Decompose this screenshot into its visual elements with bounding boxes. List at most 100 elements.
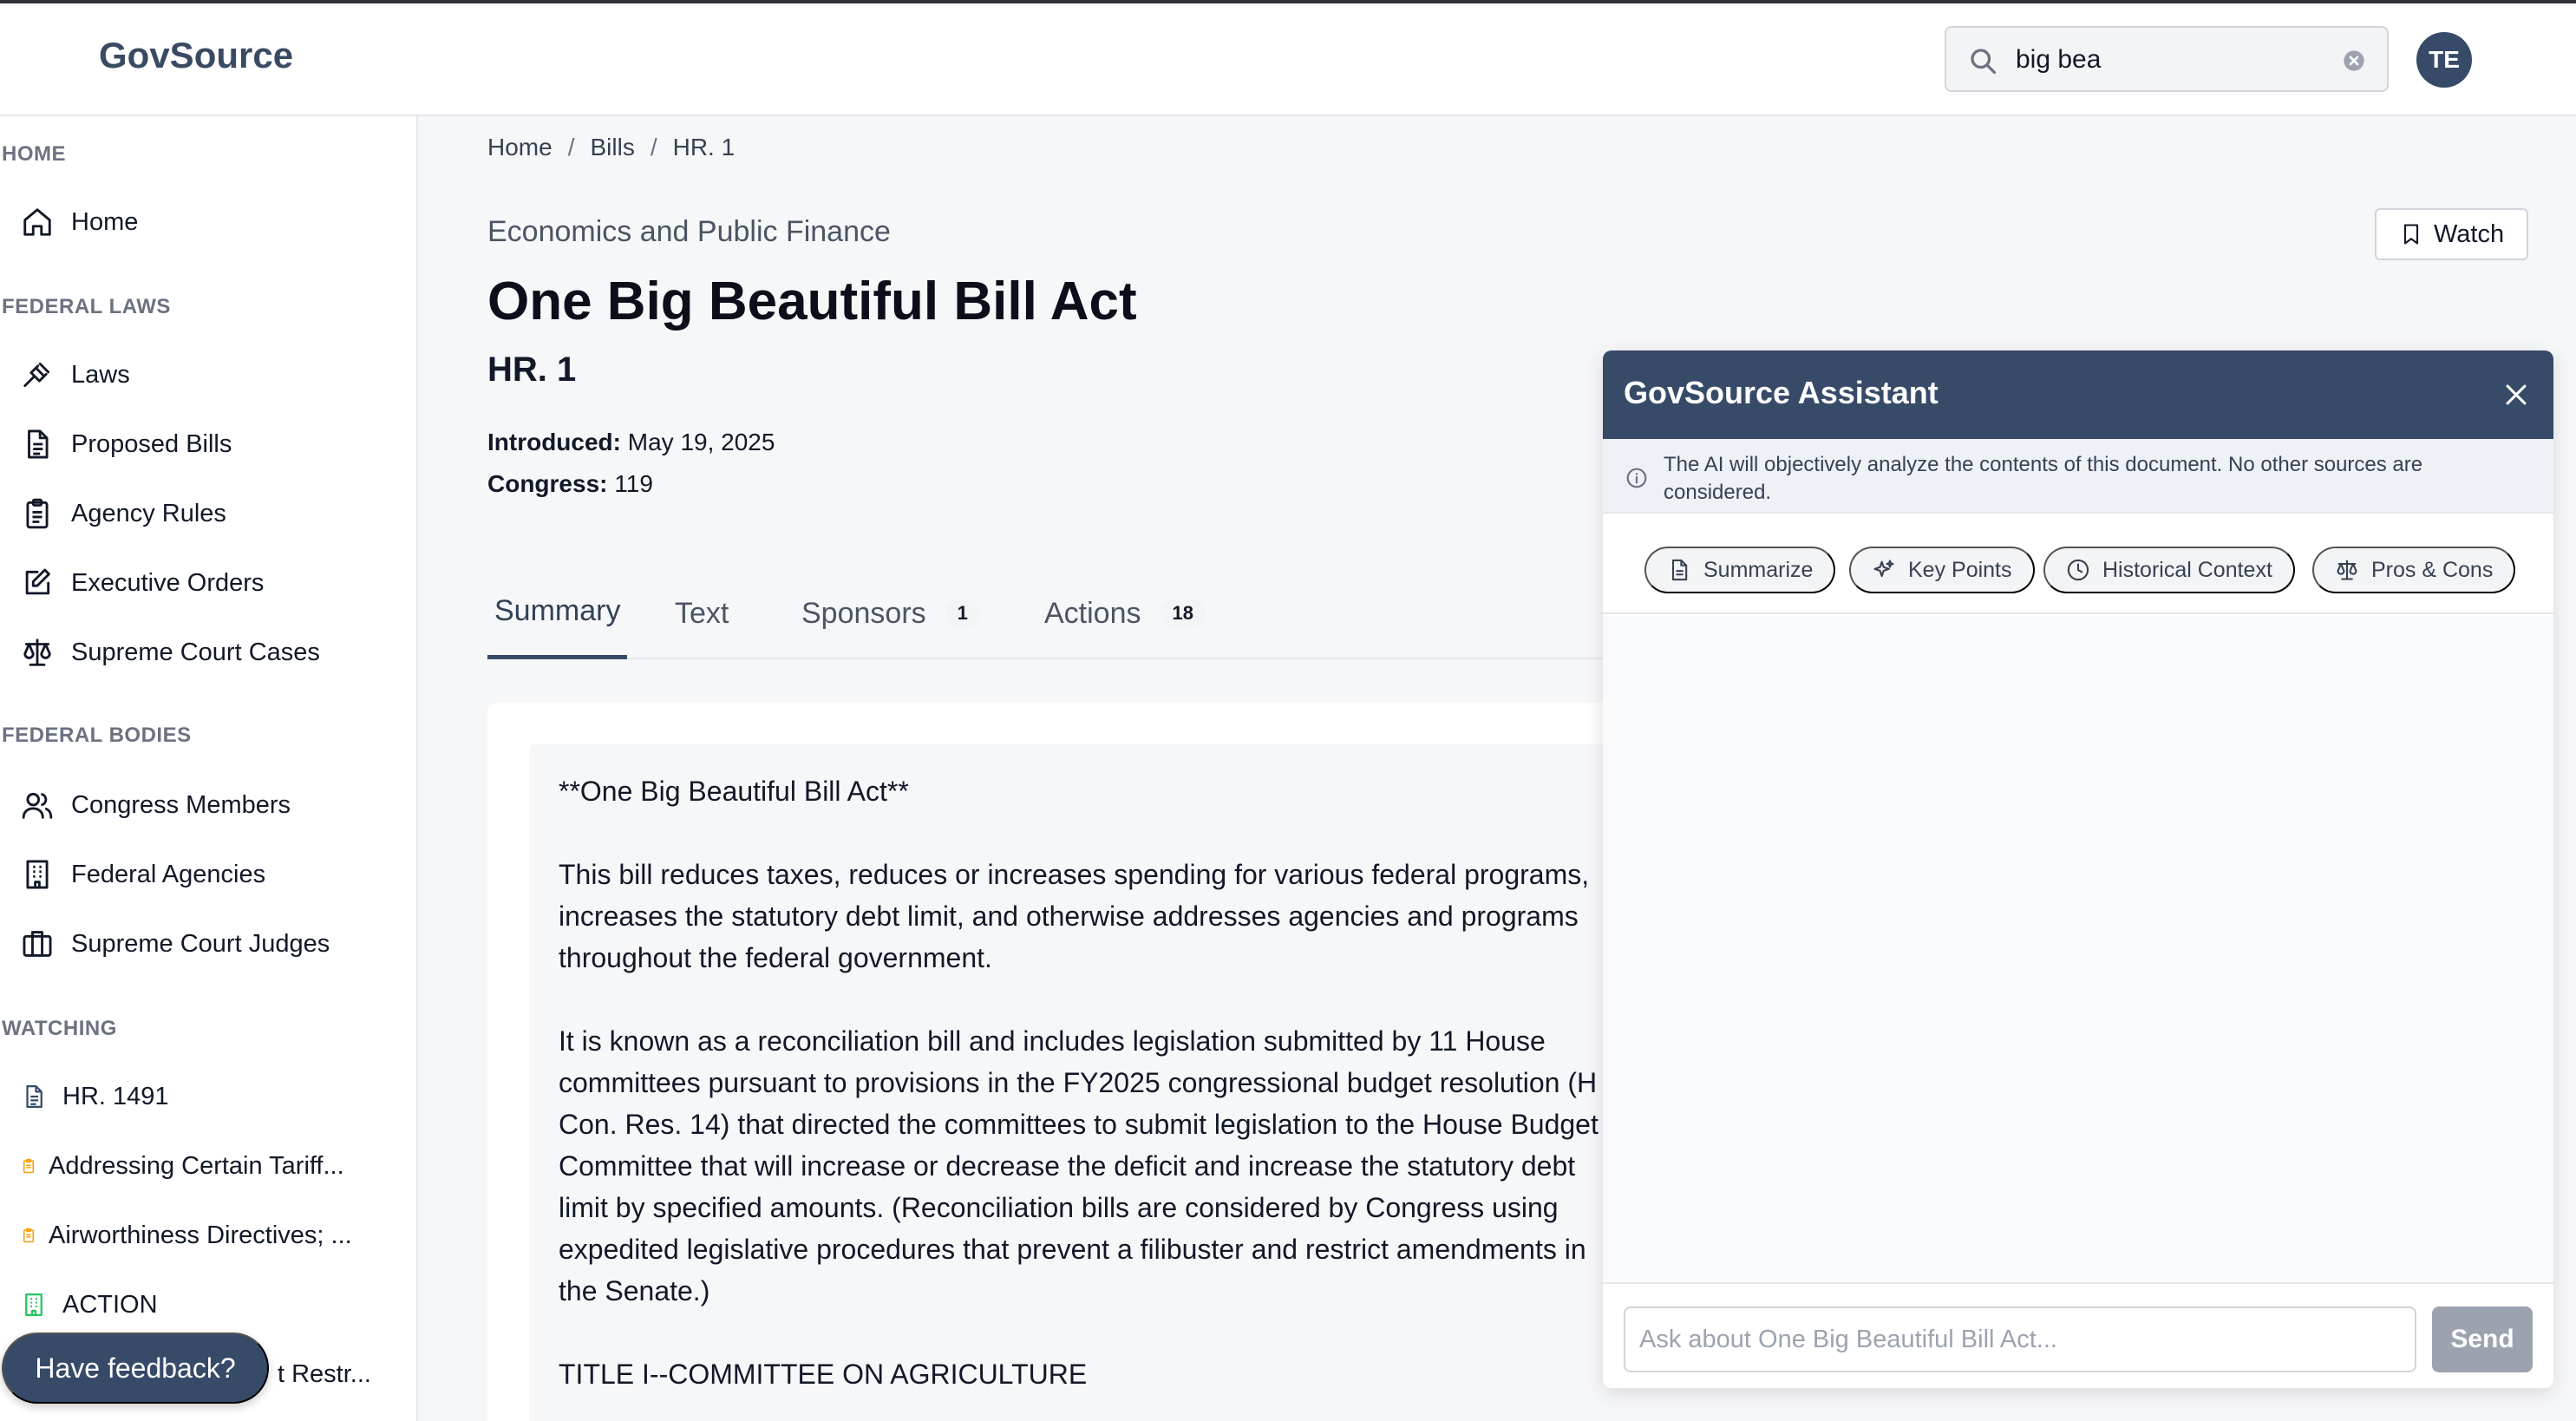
summary-paragraph: It is known as a reconciliation bill and… — [559, 1025, 1599, 1306]
assistant-notice: The AI will objectively analyze the cont… — [1603, 439, 2553, 514]
bookmark-icon — [2403, 224, 2419, 245]
search-input[interactable] — [2016, 38, 2311, 82]
send-button[interactable]: Send — [2432, 1306, 2533, 1372]
pros-cons-button[interactable]: Pros & Cons — [2312, 547, 2516, 593]
watching-item-label: t Restr... — [278, 1359, 371, 1388]
sidebar-item-label: Congress Members — [71, 790, 291, 819]
assistant-conversation — [1603, 616, 2553, 1282]
search-box[interactable] — [1945, 26, 2389, 92]
building-icon — [26, 860, 49, 889]
watching-item[interactable]: ACTION — [21, 1280, 158, 1329]
watching-item[interactable]: Addressing Certain Tariff... — [21, 1142, 344, 1190]
congress-value: 119 — [614, 470, 653, 497]
sidebar-section-watching: WATCHING — [2, 1017, 117, 1040]
clear-search-icon[interactable] — [2342, 49, 2366, 73]
sparkles-icon — [1873, 560, 1894, 578]
feedback-button[interactable]: Have feedback? — [2, 1333, 269, 1404]
assistant-panel: GovSource Assistant The AI will objectiv… — [1603, 350, 2553, 1388]
info-icon — [1626, 468, 1647, 488]
chip-label: Key Points — [1908, 557, 2012, 582]
sidebar-item-agency-rules[interactable]: Agency Rules — [21, 489, 226, 538]
sidebar-item-label: Home — [71, 207, 139, 236]
sidebar-item-home[interactable]: Home — [21, 198, 138, 246]
summary-paragraph: This bill reduces taxes, reduces or incr… — [559, 859, 1590, 973]
bill-category: Economics and Public Finance — [487, 215, 891, 248]
tab-label: Actions — [1044, 596, 1141, 630]
watching-item-label: Addressing Certain Tariff... — [49, 1151, 344, 1180]
edit-icon — [25, 568, 50, 595]
tab-label: Summary — [494, 594, 621, 627]
building-icon — [25, 1293, 42, 1316]
watching-item-label: Airworthiness Directives; ... — [49, 1221, 352, 1249]
watch-button[interactable]: Watch — [2375, 208, 2529, 260]
tab-count-badge: 18 — [1160, 599, 1206, 628]
clipboard-icon — [26, 498, 49, 529]
tab-label: Sponsors — [801, 596, 926, 630]
sidebar-item-executive-orders[interactable]: Executive Orders — [21, 559, 264, 607]
breadcrumb-separator: / — [650, 134, 657, 160]
sidebar-item-federal-agencies[interactable]: Federal Agencies — [21, 850, 265, 899]
tab-actions[interactable]: Actions 18 — [1044, 567, 1206, 659]
sidebar-item-supreme-court-cases[interactable]: Supreme Court Cases — [21, 628, 320, 677]
scale-icon — [23, 638, 51, 666]
breadcrumb: Home / Bills / HR. 1 — [487, 134, 735, 161]
clipboard-icon — [23, 1158, 34, 1174]
bill-number: HR. 1 — [487, 350, 577, 389]
top-bar: GovSource TE — [0, 3, 2576, 116]
breadcrumb-home[interactable]: Home — [487, 134, 552, 161]
sidebar-item-label: Agency Rules — [71, 499, 226, 527]
breadcrumb-separator: / — [567, 134, 575, 160]
watching-item-label: HR. 1491 — [62, 1082, 169, 1110]
tab-sponsors[interactable]: Sponsors 1 — [801, 567, 980, 659]
assistant-title: GovSource Assistant — [1624, 375, 1939, 410]
sidebar-item-label: Proposed Bills — [71, 429, 232, 458]
summary-title: TITLE I--COMMITTEE ON AGRICULTURE — [559, 1359, 1088, 1390]
sidebar-item-supreme-court-judges[interactable]: Supreme Court Judges — [21, 920, 330, 968]
scale-icon — [2337, 560, 2357, 580]
summary-heading: **One Big Beautiful Bill Act** — [559, 776, 909, 807]
document-icon — [26, 1085, 42, 1108]
watching-item[interactable]: HR. 1491 — [21, 1072, 169, 1121]
clipboard-icon — [23, 1228, 34, 1243]
assistant-quick-actions: Summarize Key Points Historical Context … — [1603, 524, 2553, 614]
users-icon — [22, 792, 53, 819]
assistant-notice-text: The AI will objectively analyze the cont… — [1664, 453, 2423, 504]
summary-text: **One Big Beautiful Bill Act** This bill… — [559, 770, 1617, 1421]
chip-label: Historical Context — [2102, 557, 2272, 582]
app-logo[interactable]: GovSource — [99, 35, 293, 76]
watching-item[interactable]: Airworthiness Directives; ... — [21, 1211, 352, 1260]
clock-icon — [2067, 559, 2089, 581]
sidebar-item-label: Federal Agencies — [71, 860, 266, 888]
assistant-header: GovSource Assistant — [1603, 350, 2553, 439]
sidebar-item-congress-members[interactable]: Congress Members — [21, 781, 291, 829]
key-points-button[interactable]: Key Points — [1849, 547, 2035, 593]
introduced-label: Introduced: — [487, 429, 621, 455]
page-title: One Big Beautiful Bill Act — [487, 272, 1137, 331]
breadcrumb-bills[interactable]: Bills — [590, 134, 634, 161]
assistant-footer: Send — [1603, 1282, 2553, 1388]
sidebar-item-label: Executive Orders — [71, 568, 265, 597]
sidebar-item-label: Supreme Court Judges — [71, 929, 330, 958]
search-icon — [1971, 49, 1997, 75]
tab-summary[interactable]: Summary — [487, 567, 628, 659]
tab-text[interactable]: Text — [675, 567, 729, 659]
historical-context-button[interactable]: Historical Context — [2043, 547, 2295, 593]
sidebar-item-laws[interactable]: Laws — [21, 350, 130, 399]
sidebar: HOME Home FEDERAL LAWS Laws Proposed Bil… — [0, 116, 418, 1421]
close-icon[interactable] — [2501, 380, 2531, 409]
document-icon — [28, 429, 49, 459]
watching-item[interactable]: t Restr... — [278, 1350, 371, 1398]
sidebar-item-proposed-bills[interactable]: Proposed Bills — [21, 420, 232, 468]
gavel-icon — [23, 362, 50, 388]
congress-number: Congress: 119 — [487, 470, 653, 498]
sidebar-section-home: HOME — [2, 142, 66, 166]
tab-label: Text — [675, 596, 729, 630]
chip-label: Summarize — [1703, 557, 1814, 582]
user-avatar[interactable]: TE — [2416, 32, 2472, 88]
sidebar-section-federal-laws: FEDERAL LAWS — [2, 295, 171, 318]
sidebar-item-label: Supreme Court Cases — [71, 638, 320, 666]
assistant-question-input[interactable] — [1624, 1306, 2416, 1372]
summarize-button[interactable]: Summarize — [1644, 547, 1836, 593]
breadcrumb-current: HR. 1 — [672, 134, 736, 160]
congress-label: Congress: — [487, 470, 608, 497]
